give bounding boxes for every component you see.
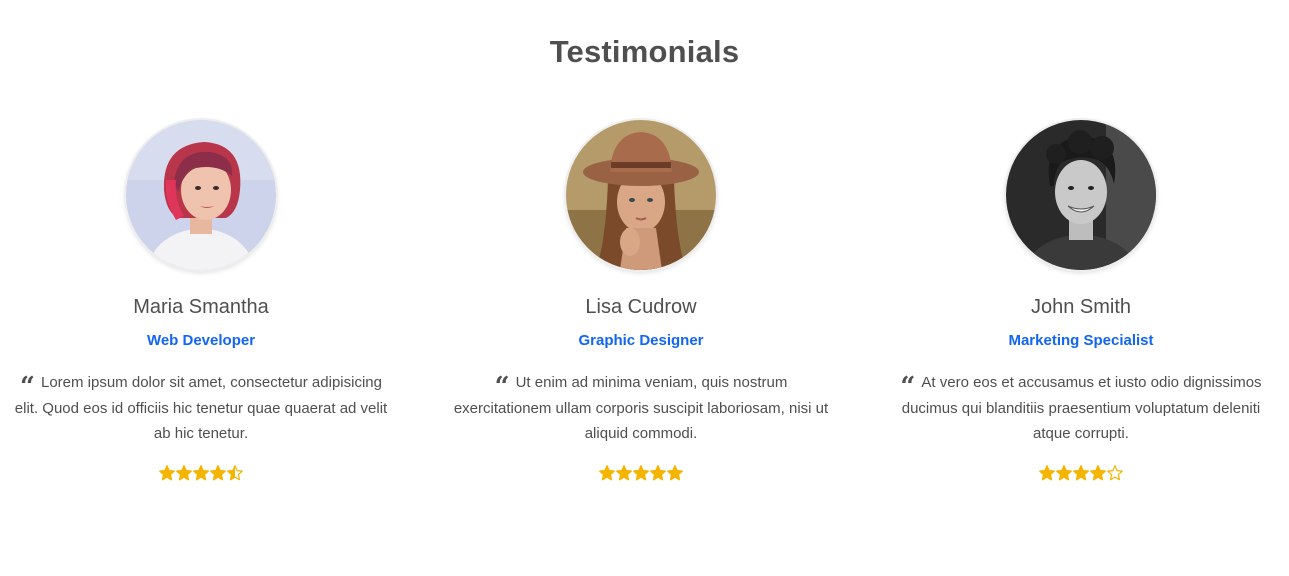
- star-rating: [881, 464, 1281, 483]
- star-full-icon: [1056, 464, 1072, 483]
- quote-left-icon: “: [20, 372, 35, 402]
- testimonial-quote-text: Ut enim ad minima veniam, quis nostrum e…: [453, 374, 829, 442]
- star-rating: [1, 464, 401, 483]
- testimonial-quote: “Lorem ipsum dolor sit amet, consectetur…: [1, 370, 401, 447]
- testimonial-name: Maria Smantha: [133, 296, 269, 318]
- star-empty-icon: [1107, 464, 1123, 483]
- section-title: Testimonials: [549, 34, 740, 69]
- quote-left-icon: “: [900, 372, 916, 402]
- testimonials-section: Testimonials Maria Smantha Web Developer…: [0, 0, 1289, 576]
- testimonial-quote: “Ut enim ad minima veniam, quis nostrum …: [441, 370, 841, 447]
- testimonial-quote: “At vero eos et accusamus et iusto odio …: [881, 370, 1281, 447]
- star-full-icon: [1073, 464, 1089, 483]
- avatar-photo: [566, 120, 716, 270]
- avatar: [566, 120, 716, 270]
- star-rating: [441, 464, 841, 483]
- star-full-icon: [1039, 464, 1055, 483]
- testimonial-cards: Maria Smantha Web Developer “Lorem ipsum…: [0, 120, 1289, 520]
- testimonial-name: Lisa Cudrow: [585, 296, 697, 318]
- star-full-icon: [1090, 464, 1106, 483]
- star-full-icon: [599, 464, 615, 483]
- avatar-photo: [1006, 120, 1156, 270]
- star-full-icon: [667, 464, 683, 483]
- star-full-icon: [176, 464, 192, 483]
- star-half-icon: [227, 464, 243, 483]
- star-full-icon: [650, 464, 666, 483]
- testimonial-card: Lisa Cudrow Graphic Designer “Ut enim ad…: [441, 120, 841, 483]
- avatar: [126, 120, 276, 270]
- star-full-icon: [616, 464, 632, 483]
- testimonial-card: Maria Smantha Web Developer “Lorem ipsum…: [1, 120, 401, 483]
- testimonial-role: Graphic Designer: [578, 332, 704, 349]
- avatar-photo: [126, 120, 276, 270]
- testimonial-role: Marketing Specialist: [1008, 332, 1154, 349]
- star-full-icon: [159, 464, 175, 483]
- star-full-icon: [210, 464, 226, 483]
- avatar: [1006, 120, 1156, 270]
- quote-left-icon: “: [494, 372, 510, 402]
- testimonial-quote-text: Lorem ipsum dolor sit amet, consectetur …: [14, 374, 388, 442]
- testimonial-card: John Smith Marketing Specialist “At vero…: [881, 120, 1281, 483]
- testimonial-name: John Smith: [1030, 296, 1132, 318]
- star-full-icon: [633, 464, 649, 483]
- testimonial-role: Web Developer: [146, 332, 256, 349]
- star-full-icon: [193, 464, 209, 483]
- testimonial-quote-text: At vero eos et accusamus et iusto odio d…: [901, 374, 1262, 442]
